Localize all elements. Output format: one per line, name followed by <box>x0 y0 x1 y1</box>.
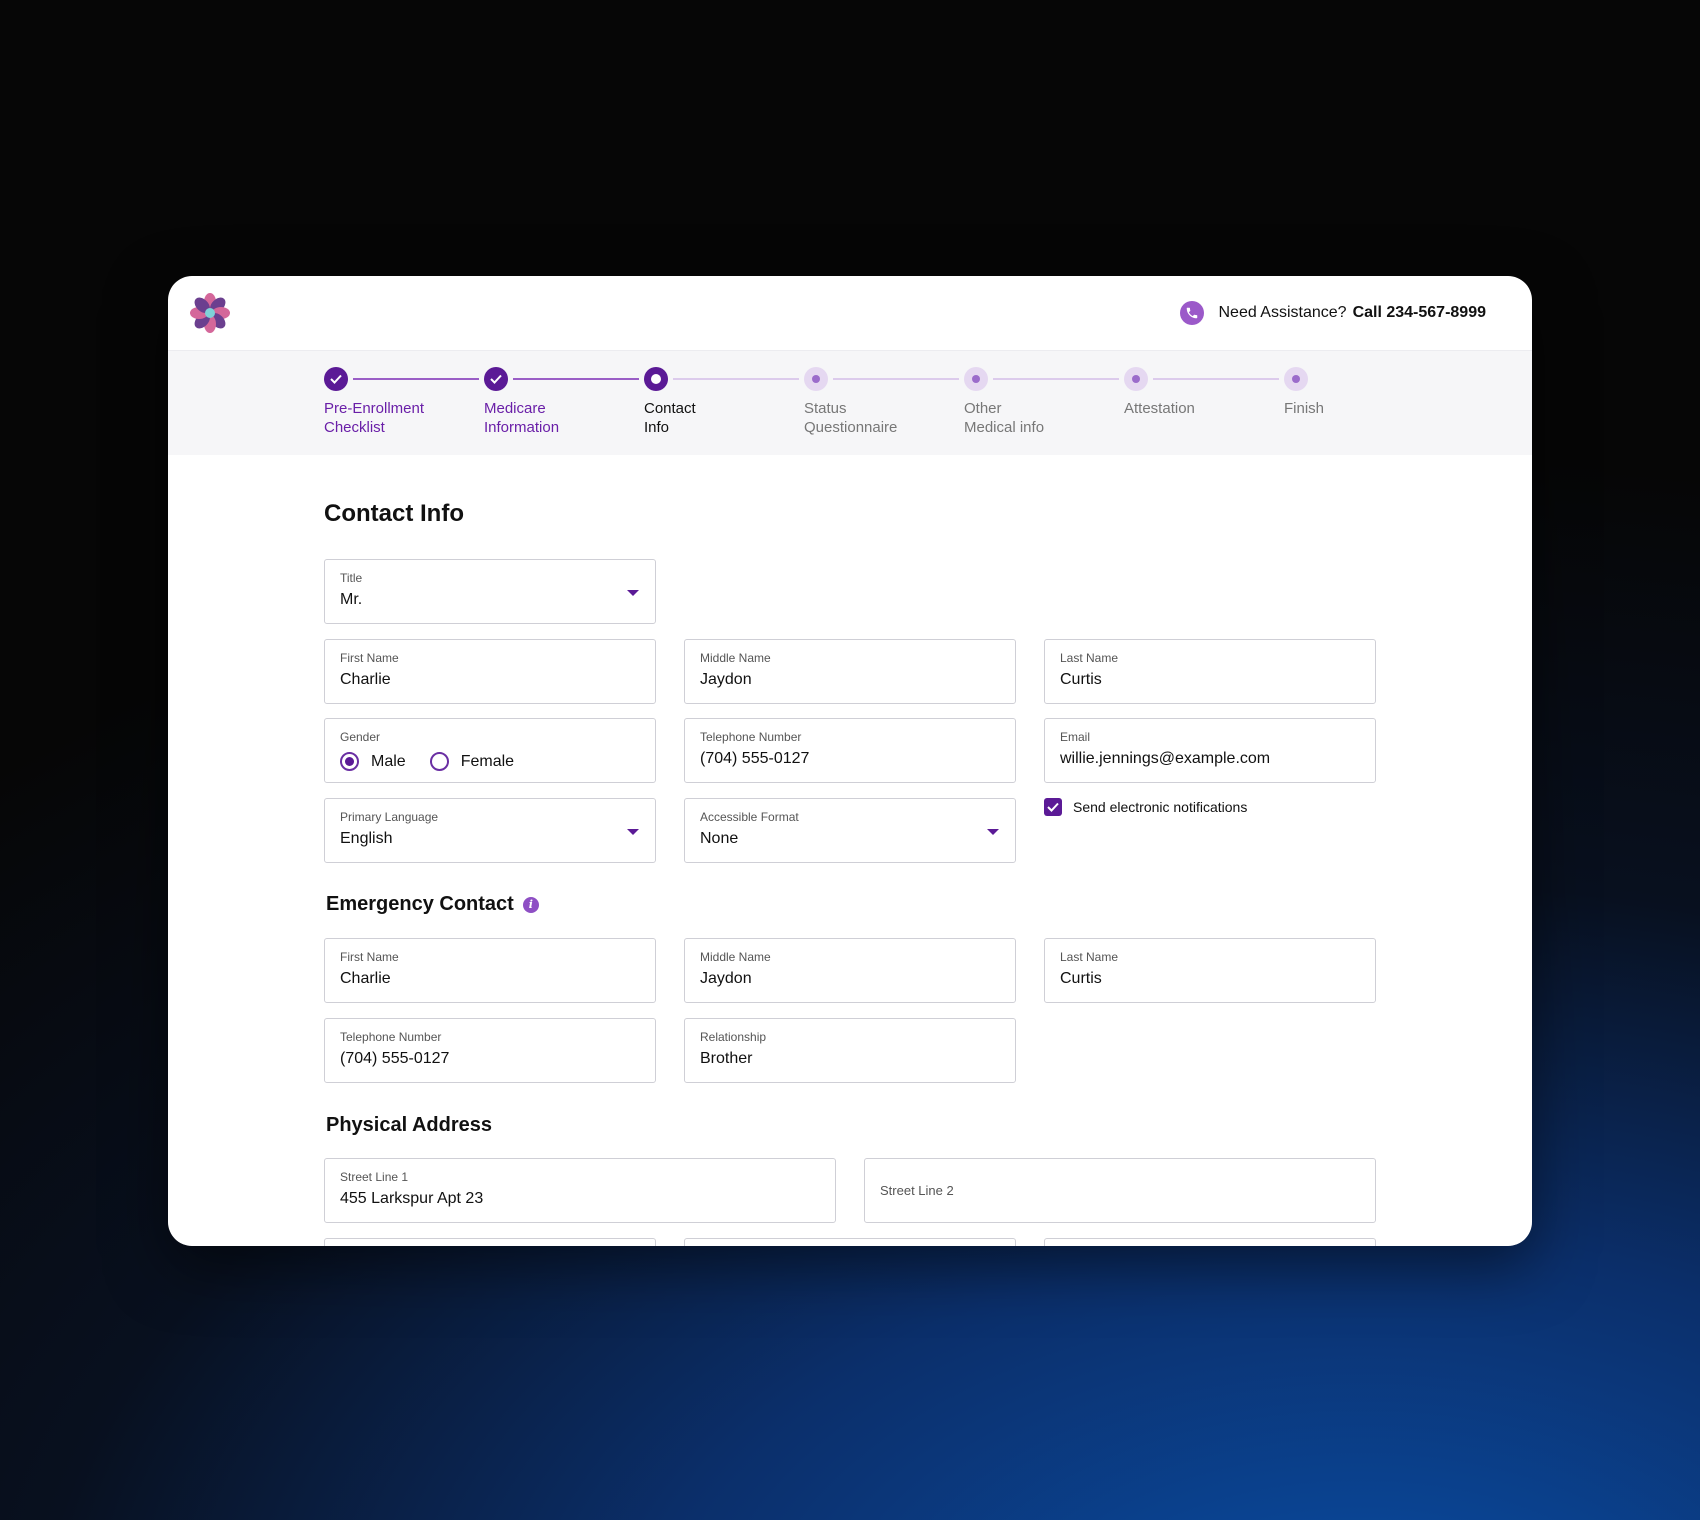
field-label: Telephone Number <box>700 730 802 744</box>
field-value: Curtis <box>1060 671 1102 688</box>
field-label: Middle Name <box>700 651 771 665</box>
pending-step-icon <box>964 367 988 391</box>
step-label: Attestation <box>1124 400 1195 417</box>
field-label: Middle Name <box>700 950 771 964</box>
field-label: Email <box>1060 730 1091 744</box>
pending-step-icon <box>804 367 828 391</box>
app-window: Need Assistance? Call 234-567-8999 Pre-E… <box>168 276 1532 1246</box>
radio-label: Male <box>371 752 406 770</box>
field-label: Primary Language <box>340 810 439 824</box>
emergency-middle-name-field[interactable]: Middle Name Jaydon <box>684 938 1016 1003</box>
field-label: Accessible Format <box>700 810 799 824</box>
pending-step-icon <box>1284 367 1308 391</box>
address-field-partial[interactable] <box>684 1238 1016 1246</box>
pending-step-icon <box>1124 367 1148 391</box>
phone-icon <box>1180 301 1205 325</box>
primary-language-select[interactable]: Primary Language English <box>324 798 656 863</box>
field-value: Jaydon <box>700 970 752 987</box>
caret-down-icon <box>627 590 639 596</box>
check-icon <box>324 367 348 391</box>
field-value: 455 Larkspur Apt 23 <box>340 1190 484 1207</box>
emergency-telephone-field[interactable]: Telephone Number (704) 555-0127 <box>324 1018 656 1083</box>
step-label: Medicare Information <box>484 400 560 436</box>
step-attestation[interactable]: Attestation <box>1124 367 1284 418</box>
emergency-last-name-field[interactable]: Last Name Curtis <box>1044 938 1376 1003</box>
field-value: None <box>700 830 739 847</box>
checkbox-label: Send electronic notifications <box>1073 799 1248 815</box>
field-label: Relationship <box>700 1030 767 1044</box>
field-label: Last Name <box>1060 651 1119 665</box>
step-label: Other Medical info <box>964 400 1045 436</box>
gender-male-radio[interactable] <box>340 752 359 771</box>
email-field[interactable]: Email willie.jennings@example.com <box>1044 718 1376 783</box>
step-contact-info[interactable]: Contact Info <box>644 367 804 437</box>
physical-address-heading: Physical Address <box>326 1114 493 1136</box>
first-name-field[interactable]: First Name Charlie <box>324 639 656 704</box>
emergency-contact-heading: Emergency Contact i <box>326 893 539 916</box>
caret-down-icon <box>627 829 639 835</box>
field-label: Gender <box>340 730 381 744</box>
field-value: Mr. <box>340 591 363 608</box>
current-step-icon <box>644 367 668 391</box>
field-label: Telephone Number <box>340 1030 442 1044</box>
field-label: First Name <box>340 651 399 665</box>
notifications-option: Send electronic notifications <box>1044 798 1247 816</box>
field-value: Brother <box>700 1050 753 1067</box>
caret-down-icon <box>987 829 999 835</box>
contact-info-heading: Contact Info <box>324 500 464 527</box>
telephone-field[interactable]: Telephone Number (704) 555-0127 <box>684 718 1016 783</box>
street-line-2-field[interactable]: Street Line 2 <box>864 1158 1376 1223</box>
step-label: Contact Info <box>644 400 696 436</box>
step-status-questionnaire[interactable]: Status Questionnaire <box>804 367 964 437</box>
field-label: Title <box>340 571 363 585</box>
radio-label: Female <box>460 752 515 770</box>
top-bar: Need Assistance? Call 234-567-8999 <box>168 276 1532 351</box>
street-line-1-field[interactable]: Street Line 1 455 Larkspur Apt 23 <box>324 1158 836 1223</box>
heading-text: Emergency Contact <box>326 893 514 915</box>
step-label: Pre-Enrollment Checklist <box>324 400 425 436</box>
gender-field: Gender Male Female <box>324 718 656 783</box>
address-field-partial[interactable] <box>324 1238 656 1246</box>
progress-stepper: Pre-Enrollment Checklist Medicare Inform… <box>168 351 1532 455</box>
step-medicare-information[interactable]: Medicare Information <box>484 367 644 437</box>
step-label: Finish <box>1284 400 1325 417</box>
step-finish[interactable]: Finish <box>1284 367 1444 418</box>
middle-name-field[interactable]: Middle Name Jaydon <box>684 639 1016 704</box>
emergency-first-name-field[interactable]: First Name Charlie <box>324 938 656 1003</box>
field-value: (704) 555-0127 <box>700 750 810 767</box>
field-value: English <box>340 830 393 847</box>
step-other-medical-info[interactable]: Other Medical info <box>964 367 1124 437</box>
emergency-relationship-field[interactable]: Relationship Brother <box>684 1018 1016 1083</box>
gender-female-radio[interactable] <box>429 752 449 771</box>
field-label: Street Line 1 <box>340 1170 409 1184</box>
assistance-contact: Need Assistance? Call 234-567-8999 <box>1180 301 1486 325</box>
flower-logo-icon <box>190 293 230 333</box>
title-select[interactable]: Title Mr. <box>324 559 656 624</box>
field-value: (704) 555-0127 <box>340 1050 450 1067</box>
field-value: Charlie <box>340 970 391 987</box>
address-field-partial[interactable] <box>1044 1238 1376 1246</box>
field-placeholder: Street Line 2 <box>880 1183 954 1198</box>
assistance-text: Need Assistance? <box>1218 304 1347 321</box>
field-value: Jaydon <box>700 671 752 688</box>
last-name-field[interactable]: Last Name Curtis <box>1044 639 1376 704</box>
check-icon <box>484 367 508 391</box>
notifications-checkbox[interactable] <box>1044 798 1062 816</box>
accessible-format-select[interactable]: Accessible Format None <box>684 798 1016 863</box>
info-icon[interactable]: i <box>522 896 539 913</box>
field-value: willie.jennings@example.com <box>1060 750 1271 767</box>
field-value: Curtis <box>1060 970 1102 987</box>
field-label: First Name <box>340 950 399 964</box>
step-label: Status Questionnaire <box>804 400 898 436</box>
assistance-phone-link[interactable]: Call 234-567-8999 <box>1353 304 1486 322</box>
field-value: Charlie <box>340 671 391 688</box>
step-pre-enrollment[interactable]: Pre-Enrollment Checklist <box>324 367 484 437</box>
field-label: Last Name <box>1060 950 1119 964</box>
